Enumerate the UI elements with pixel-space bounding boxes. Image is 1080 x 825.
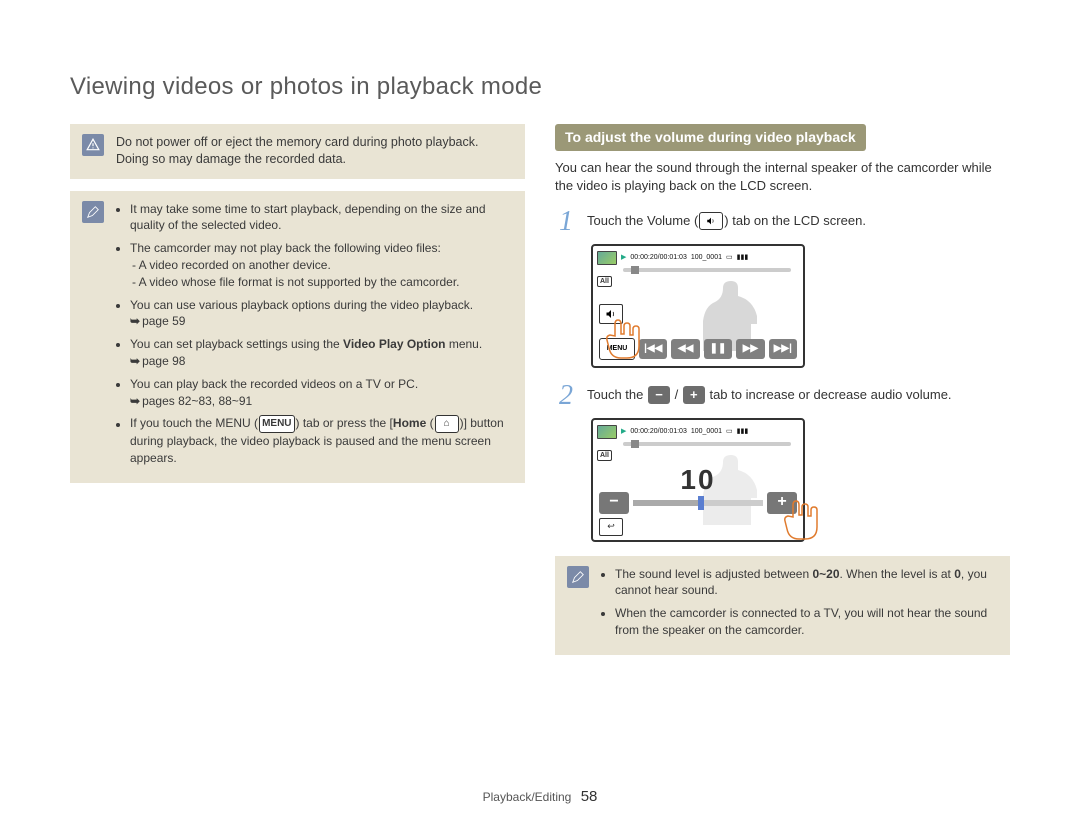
clip-name: 100_0001 <box>691 253 722 263</box>
battery-icon: ▮▮▮ <box>737 427 749 437</box>
warning-box: Do not power off or eject the memory car… <box>70 124 525 179</box>
page: Viewing videos or photos in playback mod… <box>0 0 1080 825</box>
list-item: When the camcorder is connected to a TV,… <box>615 605 998 639</box>
page-ref: ➥page 98 <box>130 353 185 370</box>
page-footer: Playback/Editing 58 <box>0 786 1080 807</box>
timecode: 00:00:20/00:01:03 <box>630 253 686 263</box>
step-number: 2 <box>555 382 577 410</box>
skip-forward-button[interactable]: ▶▶| <box>769 339 797 359</box>
play-indicator-icon: ▶ <box>621 427 626 437</box>
pencil-icon <box>567 566 589 588</box>
lcd-topbar: ▶ 00:00:20/00:01:03 100_0001 ▭ ▮▮▮ <box>597 424 799 440</box>
thumbnail-icon <box>597 425 617 439</box>
notes-left-list: It may take some time to start playback,… <box>116 201 513 473</box>
tag-all: All <box>597 276 612 288</box>
footer-section: Playback/Editing <box>483 790 572 804</box>
step-text: Touch the − / + tab to increase or decre… <box>587 382 952 405</box>
step-2: 2 Touch the − / + tab to increase or dec… <box>555 382 1010 410</box>
lcd-screenshot-1: ▶ 00:00:20/00:01:03 100_0001 ▭ ▮▮▮ All <box>591 244 805 368</box>
page-title: Viewing videos or photos in playback mod… <box>70 70 1010 104</box>
notes-right-box: The sound level is adjusted between 0~20… <box>555 556 1010 655</box>
plus-icon: + <box>683 386 705 404</box>
lcd-topbar: ▶ 00:00:20/00:01:03 100_0001 ▭ ▮▮▮ <box>597 250 799 266</box>
volume-down-button[interactable]: − <box>599 492 629 514</box>
progress-bar <box>623 442 791 446</box>
left-tags: All <box>597 276 612 288</box>
pencil-icon <box>82 201 104 223</box>
warning-icon <box>82 134 104 156</box>
list-item: You can play back the recorded videos on… <box>130 376 513 410</box>
volume-slider[interactable] <box>633 500 763 506</box>
home-icon: ⌂ <box>435 415 459 433</box>
page-ref: ➥page 59 <box>130 313 185 330</box>
step-number: 1 <box>555 208 577 236</box>
warning-line1: Do not power off or eject the memory car… <box>116 135 478 149</box>
clip-name: 100_0001 <box>691 427 722 437</box>
right-column: To adjust the volume during video playba… <box>555 124 1010 655</box>
minus-icon: − <box>648 386 670 404</box>
list-item: The sound level is adjusted between 0~20… <box>615 566 998 600</box>
touch-hand-icon <box>781 497 821 542</box>
progress-bar <box>623 268 791 272</box>
speaker-icon <box>699 212 723 230</box>
timecode: 00:00:20/00:01:03 <box>630 427 686 437</box>
back-button[interactable]: ↩ <box>599 518 623 536</box>
card-icon: ▭ <box>726 427 733 437</box>
warning-line2: Doing so may damage the recorded data. <box>116 152 346 166</box>
left-column: Do not power off or eject the memory car… <box>70 124 525 655</box>
touch-hand-icon <box>603 316 643 361</box>
list-item: The camcorder may not play back the foll… <box>130 240 513 290</box>
rewind-button[interactable]: ◀◀ <box>671 339 699 359</box>
step-1: 1 Touch the Volume () tab on the LCD scr… <box>555 208 1010 236</box>
menu-icon: MENU <box>259 415 294 433</box>
content-columns: Do not power off or eject the memory car… <box>70 124 1010 655</box>
thumbnail-icon <box>597 251 617 265</box>
list-item: You can set playback settings using the … <box>130 336 513 370</box>
step-text: Touch the Volume () tab on the LCD scree… <box>587 208 866 231</box>
notes-right-list: The sound level is adjusted between 0~20… <box>601 566 998 645</box>
list-item: You can use various playback options dur… <box>130 297 513 331</box>
forward-button[interactable]: ▶▶ <box>736 339 764 359</box>
battery-icon: ▮▮▮ <box>737 253 749 263</box>
lcd-screenshot-2: ▶ 00:00:20/00:01:03 100_0001 ▭ ▮▮▮ All 1… <box>591 418 805 542</box>
list-item: It may take some time to start playback,… <box>130 201 513 235</box>
play-indicator-icon: ▶ <box>621 253 626 263</box>
footer-page-number: 58 <box>575 788 598 805</box>
list-item: If you touch the MENU (MENU) tab or pres… <box>130 415 513 467</box>
notes-left-box: It may take some time to start playback,… <box>70 191 525 483</box>
card-icon: ▭ <box>726 253 733 263</box>
pause-button[interactable]: ❚❚ <box>704 339 732 359</box>
warning-text: Do not power off or eject the memory car… <box>116 134 478 169</box>
intro-paragraph: You can hear the sound through the inter… <box>555 159 1010 195</box>
section-heading: To adjust the volume during video playba… <box>555 124 866 152</box>
page-ref: ➥pages 82~83, 88~91 <box>130 393 252 410</box>
skip-back-button[interactable]: |◀◀ <box>639 339 667 359</box>
